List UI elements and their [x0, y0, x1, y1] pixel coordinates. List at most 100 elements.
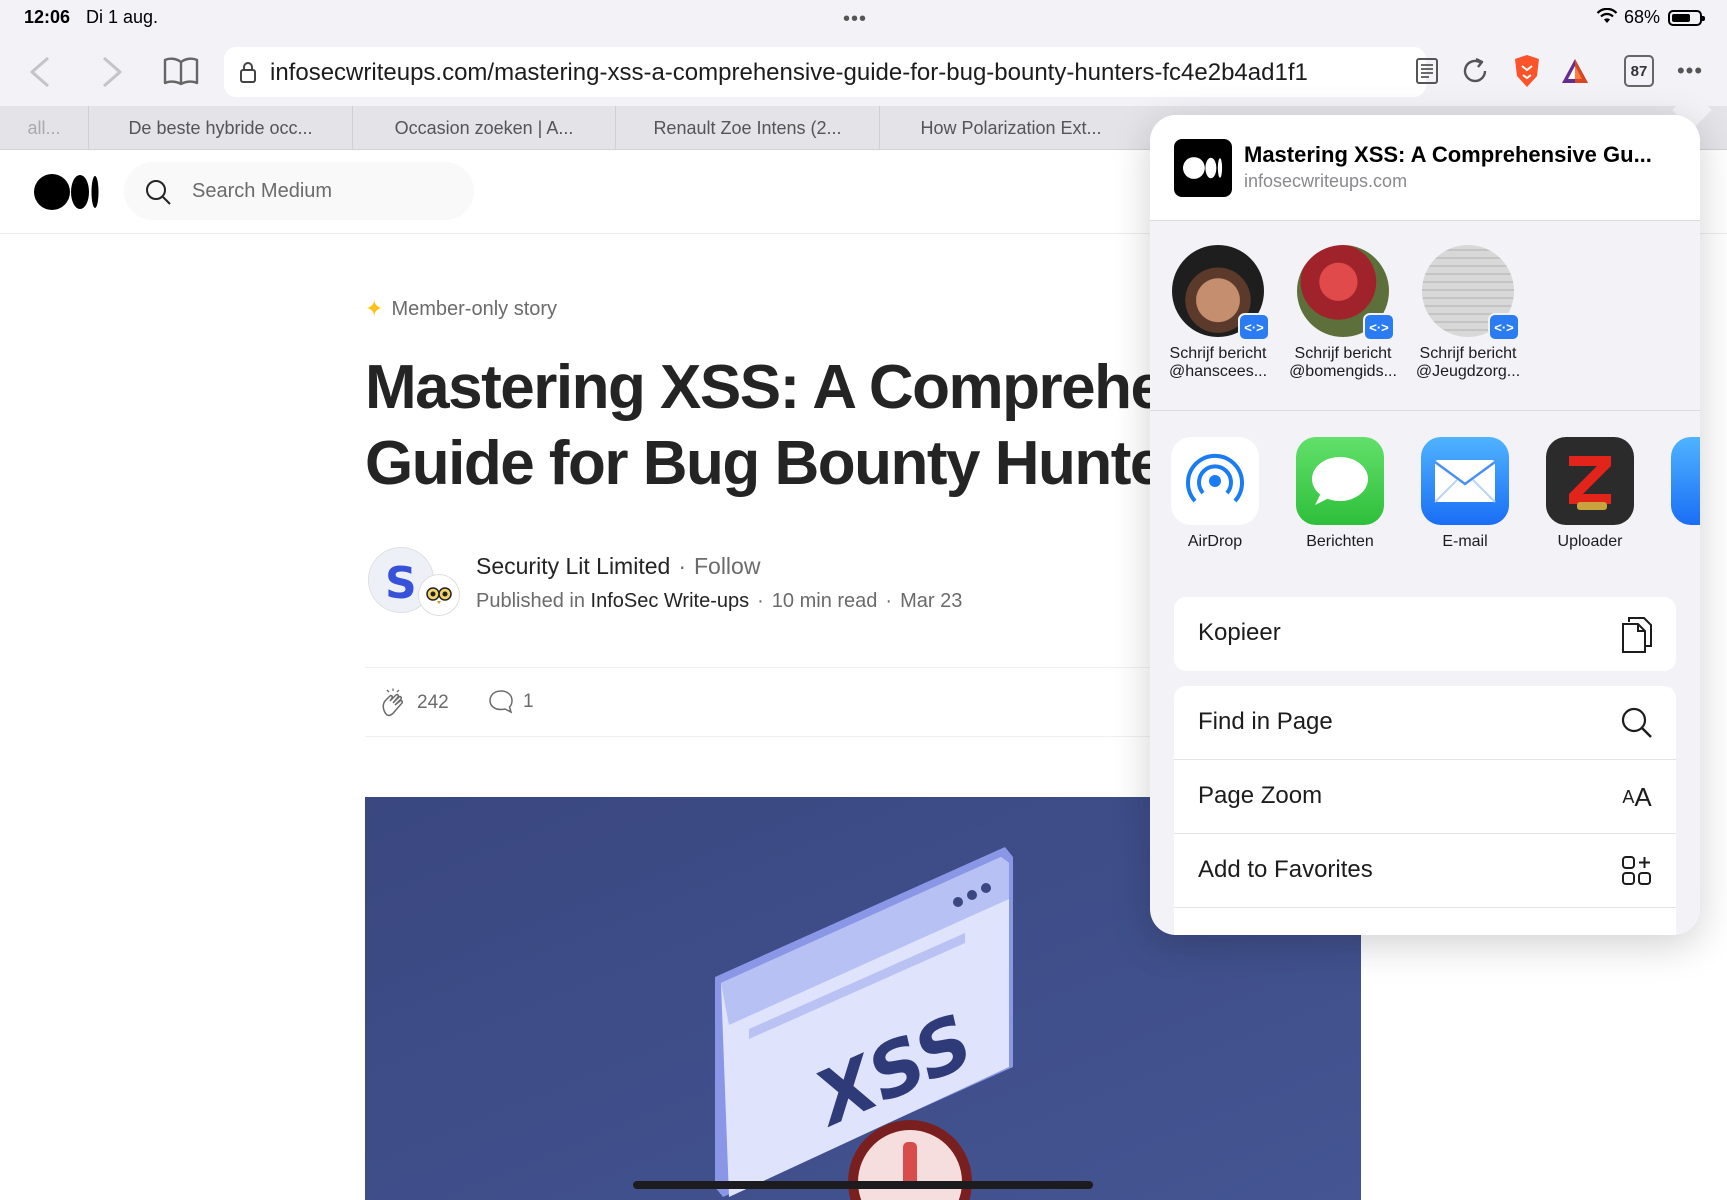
address-bar[interactable]: infosecwriteups.com/mastering-xss-a-comp… [224, 47, 1426, 97]
tab-item[interactable]: Occasion zoeken | A... [352, 106, 615, 150]
mastodon-app-badge-icon: <·> [1363, 313, 1395, 341]
wifi-icon [1596, 8, 1618, 23]
status-time: 12:06 [24, 7, 71, 27]
copy-icon [1618, 615, 1656, 653]
medium-site-icon [1174, 139, 1232, 197]
search-icon [1618, 704, 1656, 742]
tab-item[interactable]: Renault Zoe Intens (2... [615, 106, 879, 150]
action-page-zoom[interactable]: Page Zoom AA [1174, 760, 1676, 834]
author-name[interactable]: Security Lit Limited [476, 553, 670, 579]
read-time: 10 min read [771, 590, 878, 612]
tab-overview-button[interactable]: 87 [1624, 55, 1654, 87]
mail-icon [1421, 437, 1509, 525]
tab-item[interactable]: De beste hybride occ... [88, 106, 352, 150]
rewards-triangle-icon [1562, 59, 1588, 83]
follow-button[interactable]: Follow [694, 553, 760, 579]
clap-hands-icon [382, 688, 403, 717]
brave-shields-button[interactable] [1510, 52, 1544, 90]
separator-dot: · [885, 590, 893, 612]
contact-suggestion[interactable]: <·> Schrijf bericht @Jeugdzorg... [1406, 245, 1530, 381]
action-label: Add to Favorites [1198, 856, 1373, 883]
action-copy[interactable]: Kopieer [1174, 597, 1676, 671]
member-only-label: ✦ Member-only story [365, 296, 557, 322]
medium-logo-icon [1183, 157, 1223, 179]
separator-dot: · [757, 590, 764, 612]
responses-button[interactable]: 1 [487, 688, 534, 716]
share-app-airdrop[interactable]: AirDrop [1160, 437, 1270, 551]
response-count: 1 [523, 691, 534, 712]
contact-avatar: <·> [1297, 245, 1395, 341]
tab-label: How Polarization Ext... [920, 117, 1102, 138]
book-icon [163, 57, 199, 86]
copy-action-group: Kopieer [1174, 597, 1676, 671]
contact-avatar: <·> [1422, 245, 1520, 341]
contact-suggestion[interactable]: <·> Schrijf bericht @hanscees... [1156, 245, 1280, 381]
author-line: Security Lit Limited · Follow [476, 553, 760, 580]
contact-handle: @Jeugdzorg... [1415, 363, 1521, 380]
share-app-uploader[interactable]: Uploader [1535, 437, 1645, 551]
publication-link[interactable]: InfoSec Write-ups [591, 590, 750, 612]
publication-avatar[interactable] [419, 575, 459, 615]
brave-rewards-button[interactable] [1558, 54, 1592, 88]
share-app-mail[interactable]: E-mail [1410, 437, 1520, 551]
contact-avatar: <·> [1172, 245, 1270, 341]
tab-label: Renault Zoe Intens (2... [653, 117, 842, 138]
partial-app-icon [1671, 437, 1700, 525]
more-options-icon[interactable]: ••• [1672, 58, 1708, 84]
action-find-in-page[interactable]: Find in Page [1174, 686, 1676, 760]
action-add-to-favorites[interactable]: Add to Favorites [1174, 834, 1676, 908]
url-text[interactable]: infosecwriteups.com/mastering-xss-a-comp… [270, 59, 1610, 87]
app-label: AirDrop [1187, 533, 1243, 550]
published-in-label: Published in [476, 590, 585, 612]
comment-bubble-icon [489, 690, 513, 714]
lock-icon [240, 62, 256, 83]
action-label: Page Zoom [1198, 782, 1323, 809]
home-indicator[interactable] [633, 1181, 1093, 1189]
back-arrow-icon [30, 56, 49, 88]
app-label: E-mail [1442, 533, 1488, 550]
share-sheet: Mastering XSS: A Comprehensive Gu... inf… [1150, 115, 1700, 935]
mastodon-app-badge-icon: <·> [1488, 313, 1520, 341]
tab-item[interactable]: How Polarization Ext... [879, 106, 1142, 150]
share-app-messages[interactable]: Berichten [1285, 437, 1395, 551]
search-input[interactable]: Search Medium [192, 180, 332, 203]
add-favorites-icon [1618, 852, 1656, 890]
forward-button[interactable] [96, 52, 128, 92]
reader-mode-button[interactable] [1412, 54, 1442, 88]
actions-list: Find in Page Page Zoom AA Add to Favorit… [1174, 686, 1676, 935]
action-label: Kopieer [1198, 619, 1281, 646]
medium-logo-icon[interactable] [34, 174, 100, 210]
contact-handle: @bomengids... [1289, 363, 1397, 380]
tab-label: Occasion zoeken | A... [394, 117, 574, 138]
member-only-text: Member-only story [391, 297, 558, 320]
share-apps-row: AirDrop Berichten E-mail Uploader [1150, 411, 1700, 571]
share-contacts-row: <·> Schrijf bericht @hanscees... <·> Sch… [1150, 221, 1700, 411]
reload-button[interactable] [1458, 54, 1492, 88]
forward-arrow-icon [103, 56, 122, 88]
article-meta: Published in InfoSec Write-ups · 10 min re… [476, 590, 962, 613]
text-size-small-glyph: A [1622, 786, 1635, 807]
app-label: Berichten [1306, 533, 1374, 550]
reader-icon [1416, 58, 1438, 84]
airdrop-icon [1171, 437, 1259, 525]
battery-percentage: 68% [1624, 7, 1661, 27]
sparkle-star-icon: ✦ [365, 296, 384, 321]
share-sheet-title: Mastering XSS: A Comprehensive Gu... [1244, 142, 1652, 167]
text-size-large-glyph: A [1634, 781, 1652, 812]
bookmarks-button[interactable] [162, 54, 200, 88]
action-next-partial[interactable] [1174, 908, 1676, 935]
medium-search-box[interactable]: Search Medium [124, 162, 474, 220]
tab-label: all... [27, 117, 61, 138]
text-size-icon: AA [1618, 778, 1656, 816]
action-label: Find in Page [1198, 708, 1333, 735]
publish-date: Mar 23 [900, 590, 963, 612]
brave-lion-icon [1515, 55, 1539, 87]
back-button[interactable] [24, 52, 56, 92]
contact-suggestion[interactable]: <·> Schrijf bericht @bomengids... [1281, 245, 1405, 381]
tab-item[interactable]: all... [0, 106, 88, 150]
multitasking-dots-icon[interactable]: ••• [843, 8, 867, 31]
clap-button[interactable]: 242 [379, 688, 449, 718]
owl-icon [423, 579, 455, 611]
share-app-partial[interactable] [1660, 437, 1700, 533]
security-lit-logo-icon: S [385, 558, 417, 609]
